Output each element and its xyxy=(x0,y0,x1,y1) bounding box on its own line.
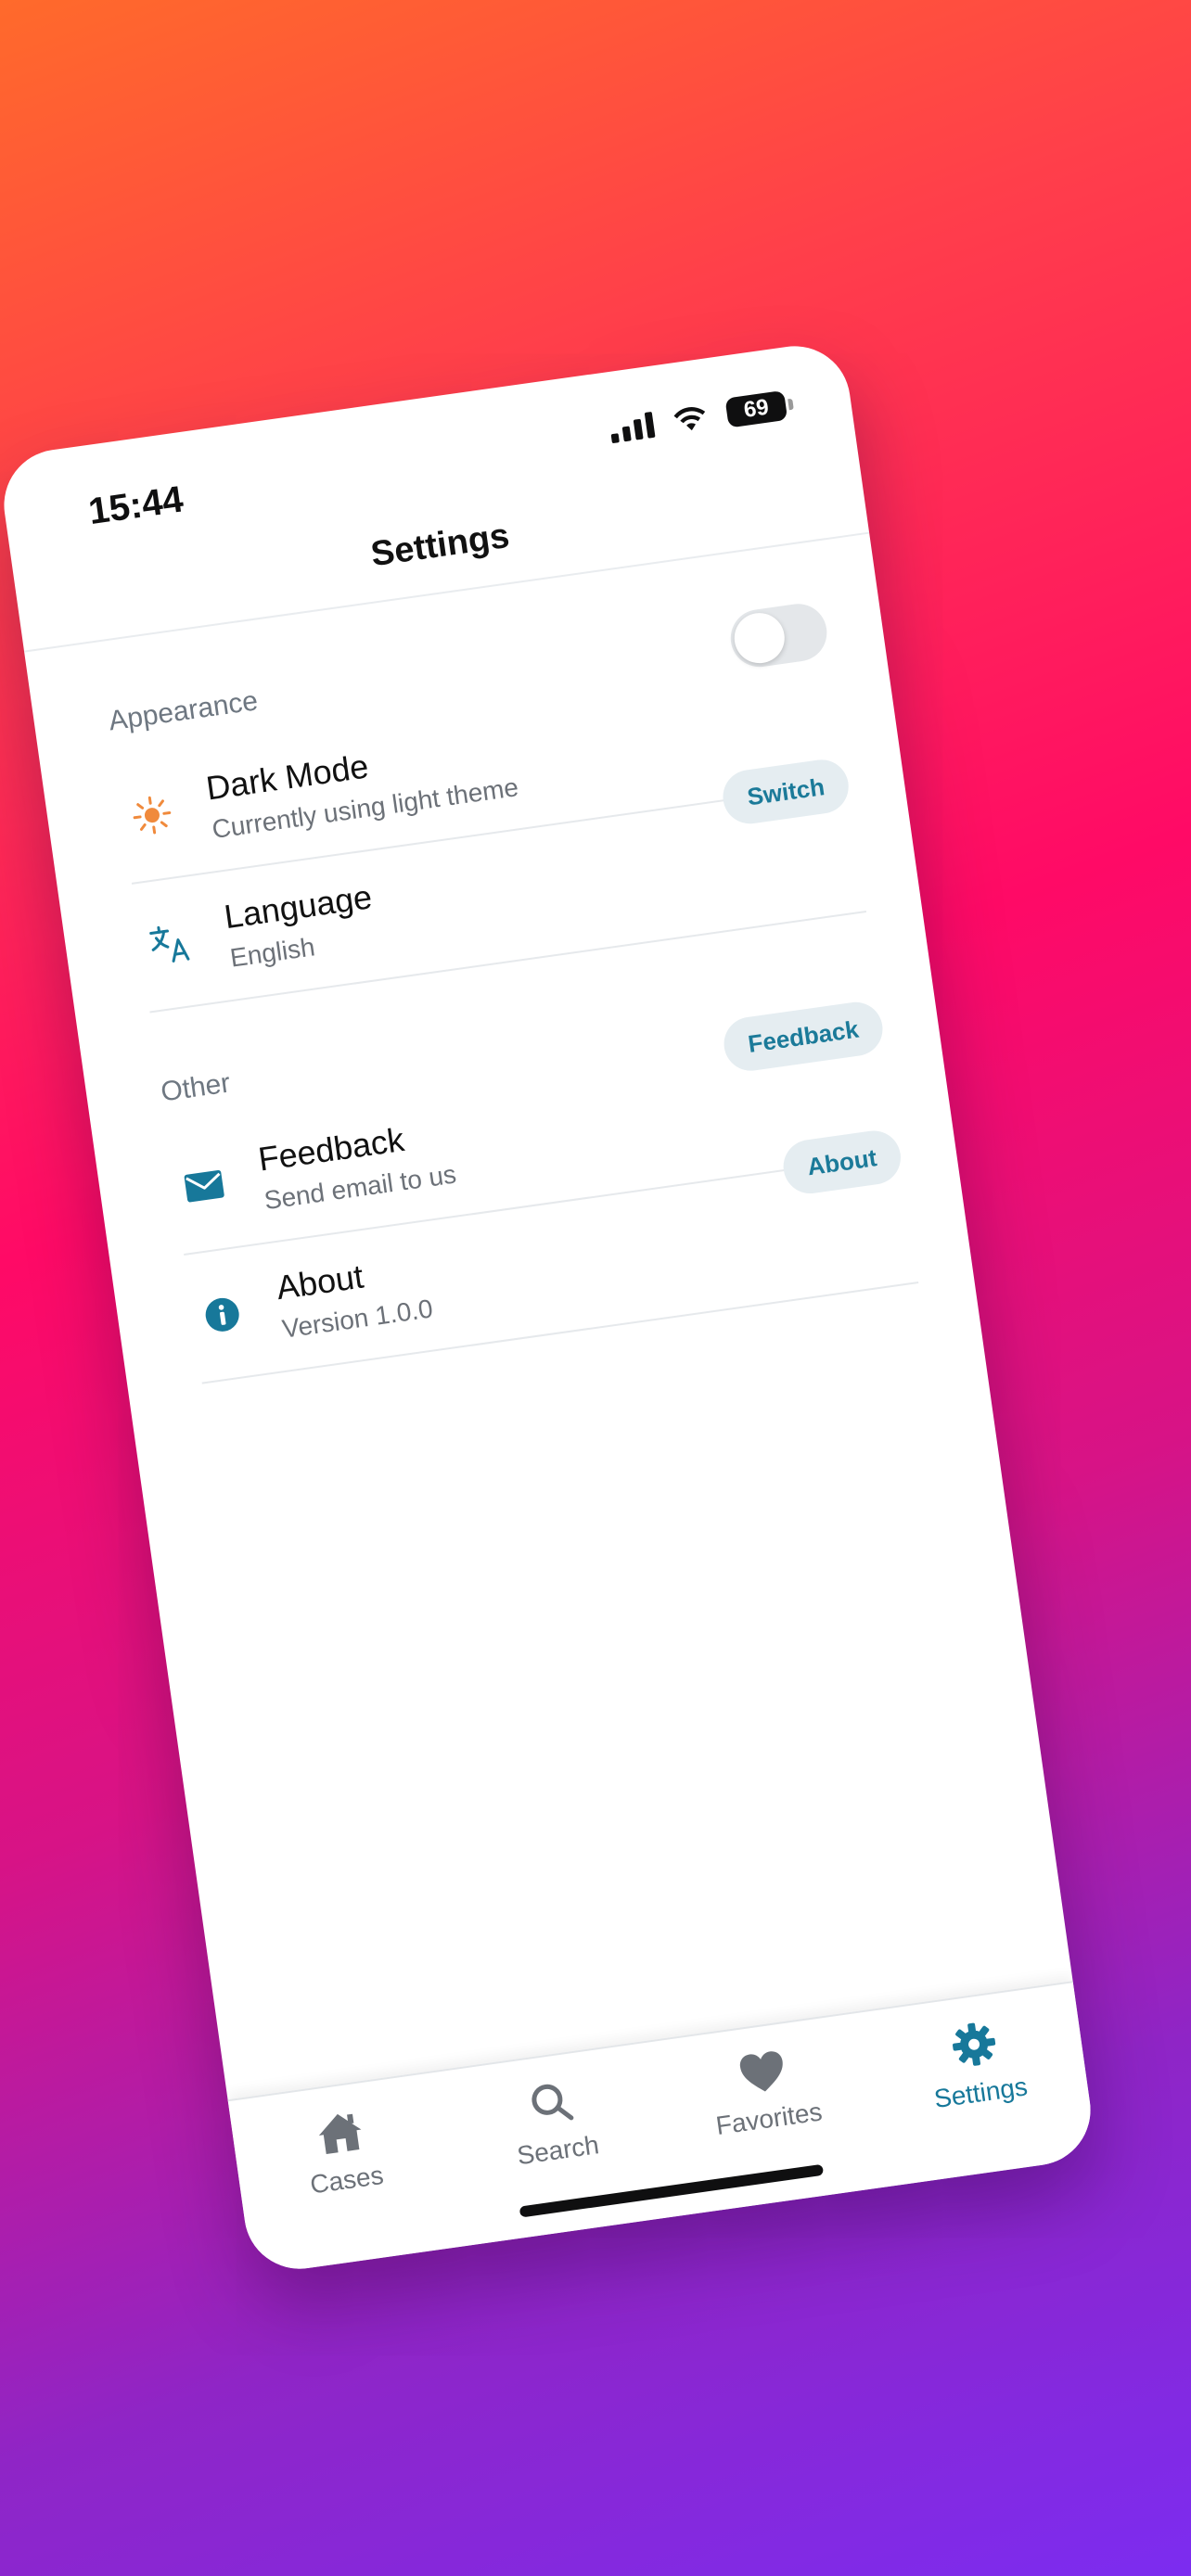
info-icon xyxy=(189,1282,256,1348)
mail-icon xyxy=(171,1153,237,1219)
battery-icon: 69 xyxy=(724,389,788,428)
gear-icon xyxy=(953,2022,996,2066)
settings-content: Appearance Dark Mode Currently using lig… xyxy=(24,534,973,1395)
tab-bar: Cases Search Favorites Settings xyxy=(227,1981,1098,2276)
phone-screen: 15:44 69 Settings Appearance Dark Mode C… xyxy=(0,338,1098,2276)
tab-favorites[interactable]: Favorites xyxy=(668,2038,864,2150)
search-icon xyxy=(531,2084,574,2121)
tab-settings[interactable]: Settings xyxy=(879,2009,1075,2121)
status-icons: 69 xyxy=(608,389,788,444)
section-other: Other Feedback Send email to us Feedback xyxy=(85,969,974,1395)
home-icon xyxy=(318,2113,362,2155)
tab-label: Favorites xyxy=(713,2097,825,2141)
page-title: Settings xyxy=(368,516,512,574)
section-appearance: Appearance Dark Mode Currently using lig… xyxy=(33,598,922,1024)
tab-label: Settings xyxy=(932,2072,1030,2114)
home-indicator xyxy=(519,2163,825,2218)
tab-cases[interactable]: Cases xyxy=(245,2098,441,2210)
dark-mode-toggle[interactable] xyxy=(726,600,831,671)
cellular-signal-icon xyxy=(608,410,656,444)
tab-label: Search xyxy=(515,2130,601,2171)
tab-label: Cases xyxy=(308,2160,386,2200)
battery-level: 69 xyxy=(742,394,771,423)
wifi-icon xyxy=(673,407,706,431)
toggle-knob xyxy=(731,609,788,667)
status-time: 15:44 xyxy=(85,478,186,533)
tab-items: Cases Search Favorites Settings xyxy=(228,1983,1089,2212)
tab-search[interactable]: Search xyxy=(456,2068,652,2180)
translate-icon xyxy=(136,911,203,977)
heart-icon xyxy=(739,2051,783,2092)
sun-icon xyxy=(119,782,186,848)
